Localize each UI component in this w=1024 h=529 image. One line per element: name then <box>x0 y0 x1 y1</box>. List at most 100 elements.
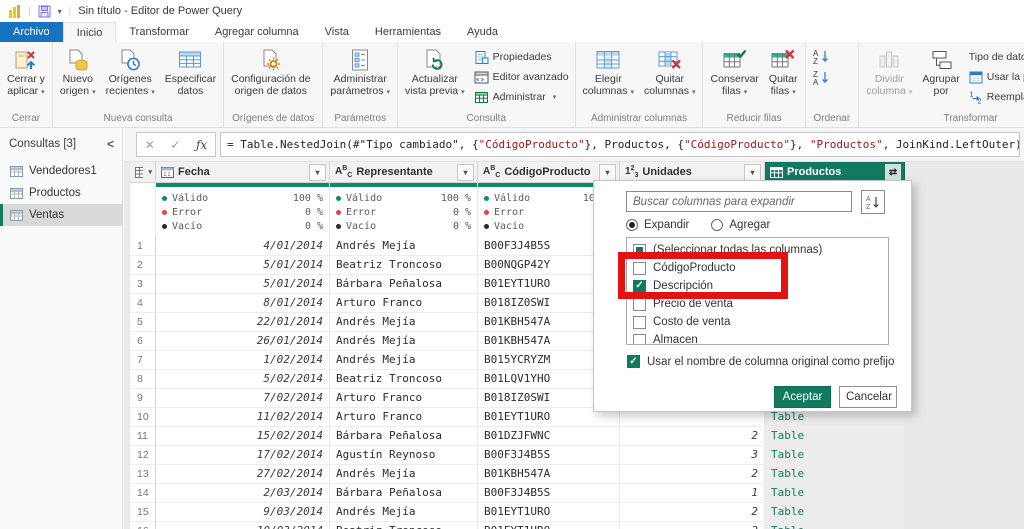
ribbon-button-editor-avanzado[interactable]: Editor avanzado <box>470 67 573 87</box>
ribbon-button-nuevo-origen[interactable]: Nuevoorigen▾ <box>55 43 101 98</box>
cancelar-button[interactable]: Cancelar <box>839 386 897 408</box>
select-all-corner[interactable]: ▾ <box>130 162 156 183</box>
grid-cell[interactable]: B01EYT1URO <box>478 503 620 522</box>
grid-cell[interactable]: Beatriz Troncoso <box>330 370 478 389</box>
grid-cell[interactable]: 2/03/2014 <box>156 484 330 503</box>
grid-cell[interactable]: Andrés Mejía <box>330 332 478 351</box>
row-number[interactable]: 14 <box>130 484 156 503</box>
ribbon-button-usar-la-primera-fila[interactable]: Usar la primera fila <box>965 67 1024 87</box>
menu-tab-archivo[interactable]: Archivo <box>0 22 63 42</box>
menu-tab-ayuda[interactable]: Ayuda <box>454 22 511 42</box>
grid-cell[interactable]: Bárbara Peñalosa <box>330 484 478 503</box>
grid-cell[interactable]: B00F3J4B5S <box>478 446 620 465</box>
unchecked-checkbox[interactable] <box>633 334 646 346</box>
grid-cell[interactable]: 1 <box>620 484 765 503</box>
grid-cell[interactable]: 9/03/2014 <box>156 503 330 522</box>
collapse-pane-icon[interactable]: < <box>107 137 114 151</box>
ribbon-button-quitar-filas[interactable]: Quitarfilas▾ <box>764 43 803 98</box>
grid-cell[interactable]: 26/01/2014 <box>156 332 330 351</box>
quick-access-dropdown-icon[interactable]: ▾ <box>58 7 62 16</box>
grid-cell[interactable]: B00F3J4B5S <box>478 484 620 503</box>
unchecked-checkbox[interactable] <box>633 316 646 329</box>
ribbon-button-administrar-parametros[interactable]: Administrarparámetros▾ <box>325 43 395 98</box>
grid-cell[interactable]: 2 <box>620 503 765 522</box>
query-item-ventas[interactable]: Ventas <box>0 204 122 226</box>
row-number[interactable]: 16 <box>130 522 156 529</box>
expand-radio[interactable] <box>626 219 638 231</box>
grid-cell[interactable]: Arturo Franco <box>330 408 478 427</box>
sort-columns-button[interactable]: AZ <box>861 190 885 214</box>
ribbon-button-origenes-recientes[interactable]: Orígenesrecientes▾ <box>101 43 160 98</box>
menu-tab-vista[interactable]: Vista <box>312 22 362 42</box>
grid-cell[interactable]: Beatriz Troncoso <box>330 256 478 275</box>
row-number[interactable]: 9 <box>130 389 156 408</box>
filter-dropdown-button[interactable]: ▾ <box>744 164 761 181</box>
formula-input[interactable]: = Table.NestedJoin(#"Tipo cambiado", {"C… <box>220 132 1020 157</box>
grid-cell[interactable]: 11/02/2014 <box>156 408 330 427</box>
aceptar-button[interactable]: Aceptar <box>774 386 831 408</box>
ribbon-button-agrupar-por[interactable]: Agruparpor <box>917 43 964 98</box>
grid-cell[interactable]: Bárbara Peñalosa <box>330 275 478 294</box>
grid-cell[interactable]: Table <box>765 522 905 529</box>
grid-cell[interactable]: Bárbara Peñalosa <box>330 427 478 446</box>
menu-tab-agregar-columna[interactable]: Agregar columna <box>202 22 312 42</box>
row-number[interactable]: 6 <box>130 332 156 351</box>
grid-cell[interactable]: Table <box>765 503 905 522</box>
row-number[interactable]: 2 <box>130 256 156 275</box>
ribbon-button-administrar[interactable]: Administrar▾ <box>470 87 573 107</box>
ribbon-button-conservar-filas[interactable]: Conservarfilas▾ <box>705 43 763 98</box>
row-number[interactable]: 13 <box>130 465 156 484</box>
row-number[interactable]: 12 <box>130 446 156 465</box>
ribbon-button-reemplazar-los-val[interactable]: 12Reemplazar los val <box>965 87 1024 107</box>
aggregate-radio[interactable] <box>711 219 723 231</box>
menu-tab-herramientas[interactable]: Herramientas <box>362 22 454 42</box>
grid-cell[interactable]: Andrés Mejía <box>330 313 478 332</box>
grid-cell[interactable]: 5/02/2014 <box>156 370 330 389</box>
grid-cell[interactable]: 2 <box>620 465 765 484</box>
grid-cell[interactable]: Andrés Mejía <box>330 237 478 256</box>
ribbon-button-especificar-datos[interactable]: Especificardatos <box>160 43 221 98</box>
filter-dropdown-button[interactable]: ▾ <box>309 164 326 181</box>
query-item-vendedores1[interactable]: Vendedores1 <box>0 160 122 182</box>
grid-cell[interactable]: 15/02/2014 <box>156 427 330 446</box>
filter-dropdown-button[interactable]: ▾ <box>599 164 616 181</box>
menu-tab-transformar[interactable]: Transformar <box>116 22 202 42</box>
row-number[interactable]: 11 <box>130 427 156 446</box>
row-number[interactable]: 8 <box>130 370 156 389</box>
ribbon-button-propiedades[interactable]: Propiedades <box>470 47 573 67</box>
grid-cell[interactable]: Andrés Mejía <box>330 351 478 370</box>
grid-cell[interactable]: 8/01/2014 <box>156 294 330 313</box>
grid-cell[interactable]: 5/01/2014 <box>156 275 330 294</box>
ribbon-button-sort-az[interactable]: AZ <box>811 47 831 65</box>
row-number[interactable]: 7 <box>130 351 156 370</box>
grid-cell[interactable]: 5/01/2014 <box>156 256 330 275</box>
grid-cell[interactable]: Andrés Mejía <box>330 503 478 522</box>
row-number[interactable]: 4 <box>130 294 156 313</box>
ribbon-button-configuracion-de-origen-de-datos[interactable]: Configuración deorigen de datos <box>226 43 315 98</box>
ribbon-button-quitar-columnas[interactable]: Quitarcolumnas▾ <box>639 43 700 98</box>
grid-cell[interactable]: Arturo Franco <box>330 389 478 408</box>
row-number[interactable]: 10 <box>130 408 156 427</box>
column-option-almacen[interactable]: Almacen <box>627 331 888 345</box>
save-icon[interactable] <box>38 5 51 18</box>
unchecked-checkbox[interactable] <box>633 298 646 311</box>
grid-cell[interactable]: 22/01/2014 <box>156 313 330 332</box>
prefix-checkbox[interactable] <box>627 355 640 368</box>
cancel-formula-icon[interactable]: ✕ <box>145 138 155 152</box>
grid-cell[interactable]: Table <box>765 427 905 446</box>
ribbon-button-actualizar-vista-previa[interactable]: Actualizarvista previa▾ <box>400 43 470 98</box>
ribbon-button-elegir-columnas[interactable]: Elegircolumnas▾ <box>578 43 639 98</box>
ribbon-button-tipo-de-datos-tabla[interactable]: Tipo de datos: Tabla▾ <box>965 47 1024 67</box>
grid-cell[interactable]: B01KBH547A <box>478 465 620 484</box>
query-item-productos[interactable]: Productos <box>0 182 122 204</box>
expand-column-button[interactable]: ⇄ <box>885 164 901 180</box>
grid-cell[interactable]: Table <box>765 465 905 484</box>
grid-cell[interactable]: 2 <box>620 522 765 529</box>
grid-cell[interactable]: 7/02/2014 <box>156 389 330 408</box>
grid-cell[interactable]: 1/02/2014 <box>156 351 330 370</box>
grid-cell[interactable]: B01EYT1URO <box>478 522 620 529</box>
column-option-costo-de-venta[interactable]: Costo de venta <box>627 313 888 331</box>
menu-tab-inicio[interactable]: Inicio <box>63 22 117 42</box>
row-number[interactable]: 3 <box>130 275 156 294</box>
grid-cell[interactable]: B01DZJFWNC <box>478 427 620 446</box>
